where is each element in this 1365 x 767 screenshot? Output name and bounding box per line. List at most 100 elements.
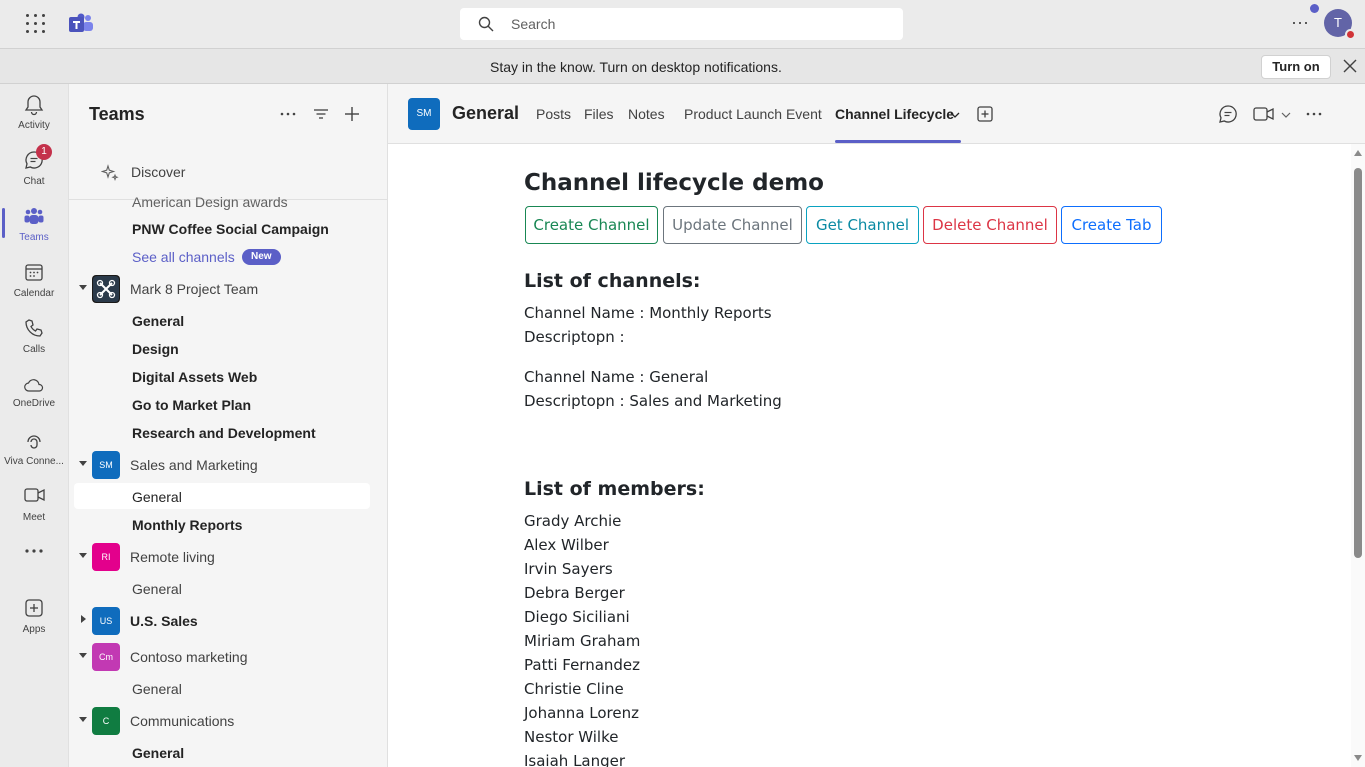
create-tab-button[interactable]: Create Tab xyxy=(1061,206,1162,244)
tab-channel-lifecycle[interactable]: Channel Lifecycle xyxy=(835,106,954,122)
delete-channel-button[interactable]: Delete Channel xyxy=(923,206,1057,244)
more-options-icon[interactable] xyxy=(1304,104,1324,124)
member-item: Patti Fernandez xyxy=(524,656,641,674)
rail-meet[interactable]: Meet xyxy=(0,476,68,532)
selection-highlight xyxy=(74,483,370,509)
rail-more[interactable] xyxy=(0,536,68,572)
team-us-sales[interactable]: US U.S. Sales xyxy=(69,605,387,637)
rail-apps[interactable]: Apps xyxy=(0,588,68,644)
team-mark-8-project-team[interactable]: Mark 8 Project Team xyxy=(69,273,387,305)
rail-chat-label: Chat xyxy=(23,176,45,187)
channel-go-to-market-plan[interactable]: Go to Market Plan xyxy=(69,391,387,419)
team-communications[interactable]: C Communications xyxy=(69,705,387,737)
team-contoso-marketing[interactable]: Cm Contoso marketing xyxy=(69,641,387,673)
get-channel-button[interactable]: Get Channel xyxy=(806,206,919,244)
video-camera-icon xyxy=(24,488,45,502)
member-item: Irvin Sayers xyxy=(524,560,613,578)
channel-pnw-coffee[interactable]: PNW Coffee Social Campaign xyxy=(69,215,387,243)
team-name: Contoso marketing xyxy=(130,649,248,665)
calendar-icon xyxy=(25,264,43,281)
search-input[interactable]: Search xyxy=(460,8,903,40)
channels-heading: List of channels: xyxy=(524,270,701,292)
channel-general[interactable]: General xyxy=(69,739,387,767)
conversation-icon[interactable] xyxy=(1218,104,1238,124)
team-name: Mark 8 Project Team xyxy=(130,281,259,297)
user-avatar[interactable]: T xyxy=(1310,4,1356,40)
scroll-up-arrow-icon[interactable] xyxy=(1354,150,1362,156)
team-avatar: RI xyxy=(92,543,120,571)
rail-teams[interactable]: Teams xyxy=(0,196,68,252)
see-all-channels-link[interactable]: See all channels New xyxy=(69,243,387,271)
rail-apps-label: Apps xyxy=(22,624,46,635)
more-options-icon[interactable] xyxy=(278,104,298,124)
filter-icon[interactable] xyxy=(311,104,331,124)
app-launcher-icon[interactable] xyxy=(22,12,46,36)
tab-files[interactable]: Files xyxy=(584,106,614,122)
channel-description-line: Descriptopn : Sales and Marketing xyxy=(524,392,782,410)
channel-label: Digital Assets Web xyxy=(132,369,258,385)
channel-general[interactable]: General xyxy=(69,307,387,335)
discover-label: Discover xyxy=(131,164,186,180)
members-heading: List of members: xyxy=(524,478,705,500)
chevron-down-icon[interactable] xyxy=(79,651,87,659)
team-remote-living[interactable]: RI Remote living xyxy=(69,541,387,573)
channel-research-and-development[interactable]: Research and Development xyxy=(69,419,387,447)
channel-label: Monthly Reports xyxy=(132,517,243,533)
team-name: Sales and Marketing xyxy=(130,457,258,473)
member-item: Miriam Graham xyxy=(524,632,641,650)
app-title: Channel lifecycle demo xyxy=(524,170,824,196)
rail-chat[interactable]: 1 Chat xyxy=(0,140,68,196)
close-icon[interactable] xyxy=(1343,59,1357,73)
add-icon[interactable] xyxy=(342,104,362,124)
tab-notes[interactable]: Notes xyxy=(628,106,665,122)
chevron-down-icon[interactable] xyxy=(79,459,87,467)
channel-monthly-reports[interactable]: Monthly Reports xyxy=(69,511,387,539)
meet-now-icon[interactable] xyxy=(1253,104,1275,124)
rail-calendar[interactable]: Calendar xyxy=(0,252,68,308)
channel-label: General xyxy=(132,313,185,329)
team-avatar: SM xyxy=(92,451,120,479)
status-busy-indicator xyxy=(1345,29,1356,40)
rail-viva[interactable]: Viva Conne... xyxy=(0,420,68,476)
create-channel-button[interactable]: Create Channel xyxy=(525,206,658,244)
chevron-right-icon[interactable] xyxy=(79,615,87,623)
member-item: Nestor Wilke xyxy=(524,728,619,746)
scrollbar-thumb[interactable] xyxy=(1354,168,1362,558)
rail-onedrive[interactable]: OneDrive xyxy=(0,364,68,420)
chevron-down-icon[interactable] xyxy=(79,283,87,291)
phone-icon xyxy=(25,319,43,337)
chevron-down-icon[interactable] xyxy=(79,551,87,559)
channel-design[interactable]: Design xyxy=(69,335,387,363)
channel-general[interactable]: General xyxy=(69,575,387,603)
scroll-down-arrow-icon[interactable] xyxy=(1354,755,1362,761)
tab-posts[interactable]: Posts xyxy=(536,106,571,122)
tab-product-launch-event[interactable]: Product Launch Event xyxy=(684,106,822,122)
channel-general-selected[interactable]: General xyxy=(69,483,387,511)
content-scrollbar[interactable] xyxy=(1351,144,1365,767)
update-channel-button[interactable]: Update Channel xyxy=(663,206,802,244)
add-tab-icon[interactable] xyxy=(975,104,995,124)
drone-icon xyxy=(93,276,119,302)
sparkle-icon xyxy=(101,164,119,182)
rail-calendar-label: Calendar xyxy=(13,288,55,299)
new-badge: New xyxy=(242,249,281,265)
search-icon xyxy=(478,16,494,32)
channel-general[interactable]: General xyxy=(69,675,387,703)
rail-viva-label: Viva Conne... xyxy=(4,456,64,467)
channel-american-design-awards[interactable]: American Design awards xyxy=(132,194,288,210)
channel-digital-assets-web[interactable]: Digital Assets Web xyxy=(69,363,387,391)
chevron-down-icon[interactable] xyxy=(1281,111,1291,119)
viva-connections-icon xyxy=(27,435,41,449)
team-name: Remote living xyxy=(130,549,215,565)
turn-on-button[interactable]: Turn on xyxy=(1261,55,1331,79)
rail-calls[interactable]: Calls xyxy=(0,308,68,364)
more-options-icon[interactable]: ··· xyxy=(1288,12,1312,36)
team-sales-and-marketing[interactable]: SM Sales and Marketing xyxy=(69,449,387,481)
chevron-down-icon[interactable] xyxy=(950,111,960,119)
see-all-label: See all channels xyxy=(132,249,235,265)
team-avatar: Cm xyxy=(92,643,120,671)
chevron-down-icon[interactable] xyxy=(79,715,87,723)
rail-activity[interactable]: Activity xyxy=(0,84,68,140)
notification-banner: Stay in the know. Turn on desktop notifi… xyxy=(0,48,1365,84)
rail-calls-label: Calls xyxy=(22,344,46,355)
